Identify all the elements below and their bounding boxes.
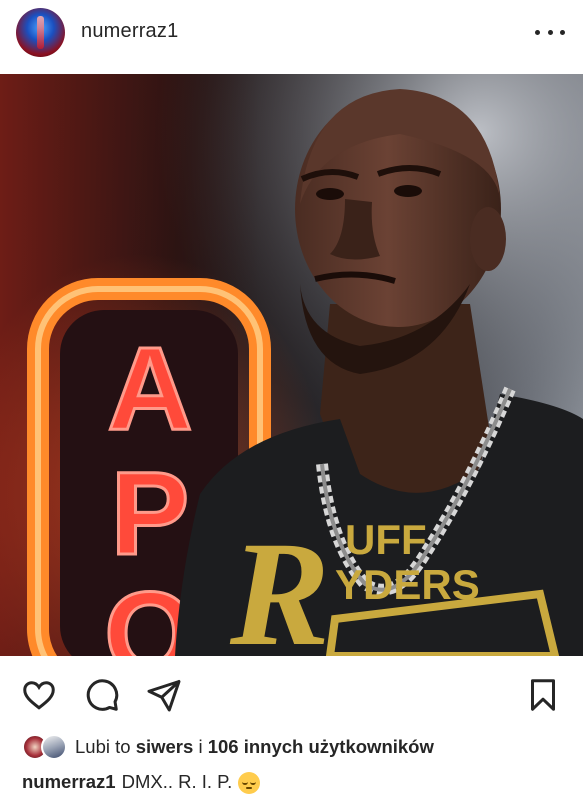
likes-text: Lubi to siwers i 106 innych użytkowników xyxy=(75,736,434,758)
send-icon[interactable] xyxy=(146,677,182,713)
more-dot xyxy=(535,29,540,35)
caption-text: DMX.. R. I. P. xyxy=(121,771,233,792)
comment-icon[interactable] xyxy=(84,677,120,713)
likes-user[interactable]: siwers xyxy=(136,736,194,757)
heart-icon[interactable] xyxy=(21,677,57,713)
likes-connector: i xyxy=(198,736,203,757)
sign-letter-a: A xyxy=(107,323,192,455)
post-header: numerraz1 xyxy=(0,0,583,74)
caption-username[interactable]: numerraz1 xyxy=(22,771,116,793)
post-caption: numerraz1 DMX.. R. I. P. xyxy=(22,771,261,794)
pensive-face-icon xyxy=(238,772,261,794)
likes-summary[interactable]: Lubi to siwers i 106 innych użytkowników xyxy=(22,733,434,761)
shirt-logo-letter: R xyxy=(229,511,330,656)
sign-letter-p: P xyxy=(111,448,190,580)
post-photo[interactable]: A P O R UFF YDERS xyxy=(0,74,583,656)
profile-avatar[interactable] xyxy=(16,8,65,57)
bookmark-icon[interactable] xyxy=(525,677,561,713)
liker-avatar xyxy=(41,734,67,760)
action-bar xyxy=(0,656,583,732)
more-options-icon[interactable] xyxy=(535,20,565,44)
shirt-text-line1: UFF xyxy=(345,516,427,563)
post-username[interactable]: numerraz1 xyxy=(81,20,178,43)
likes-prefix: Lubi to xyxy=(75,736,131,757)
more-dot xyxy=(560,29,565,35)
more-dot xyxy=(547,29,553,35)
likes-others[interactable]: 106 innych użytkowników xyxy=(208,736,434,757)
